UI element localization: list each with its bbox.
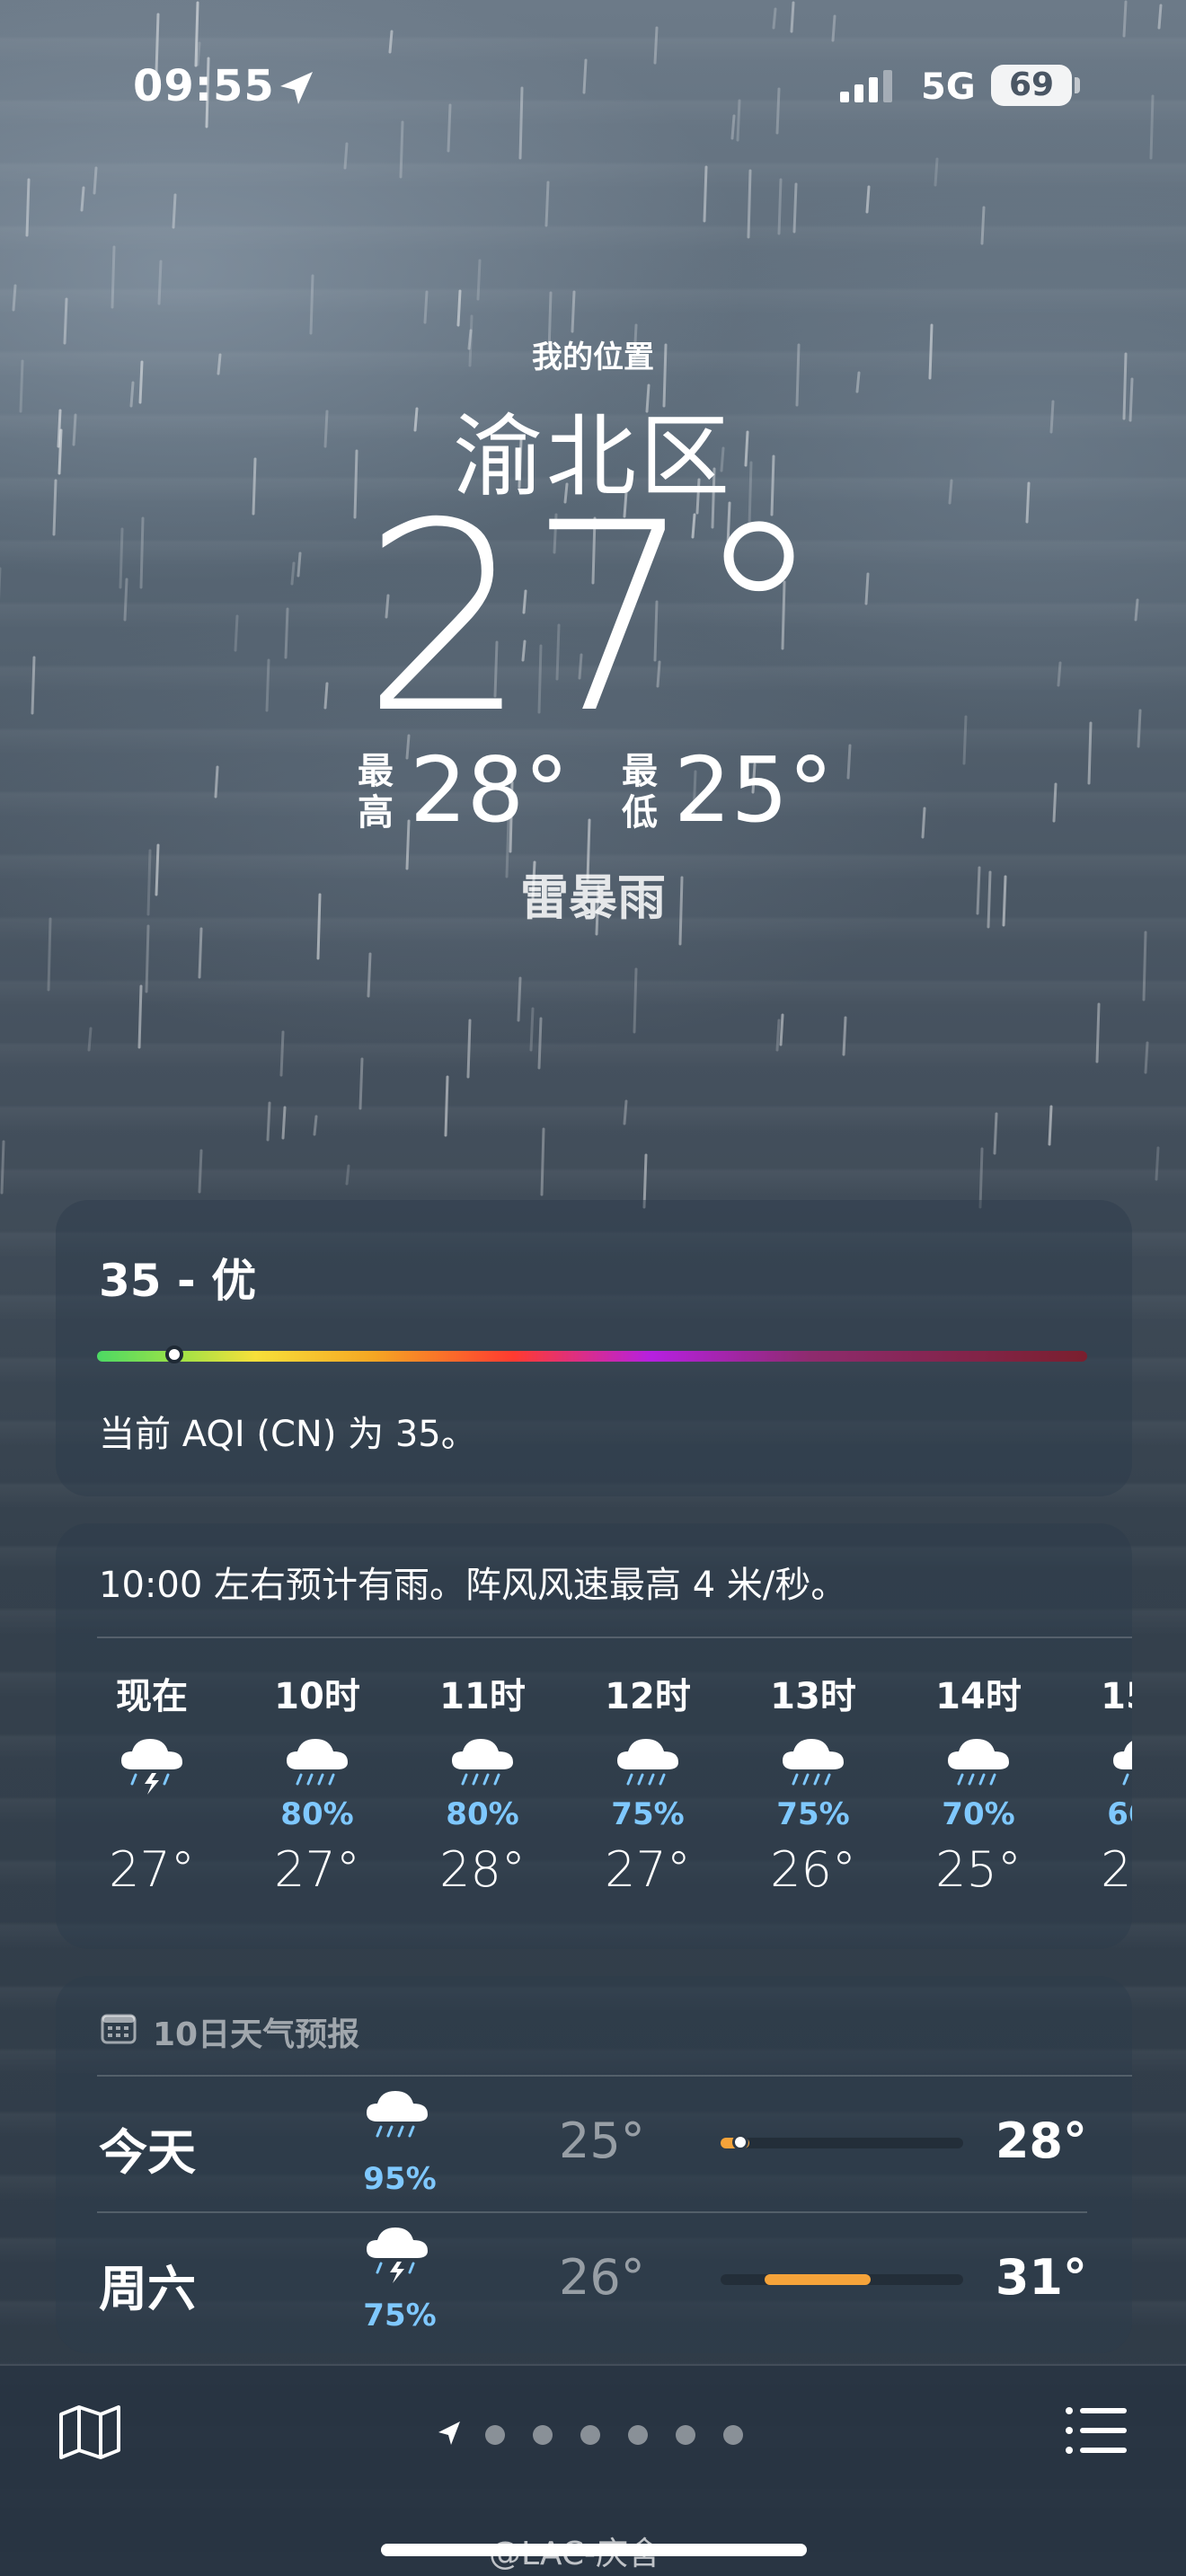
hour-label: 15时 [1101,1676,1132,1717]
battery-nub [1075,77,1080,93]
hour-precip-chance: 75% [611,1796,685,1832]
hour-column: 15时 60% 25° [1076,1667,1132,1898]
temperature-range-bar [721,2274,963,2285]
list-icon[interactable] [1064,2405,1128,2456]
day-precip-chance: 75% [363,2298,437,2333]
day-name: 今天 [99,2124,196,2181]
my-location-label: 我的位置 [532,340,654,375]
page-dot[interactable] [723,2425,743,2445]
high-label-text: 最高 [358,751,394,834]
hour-precip-chance: 80% [280,1796,354,1832]
hour-temperature: 28° [439,1841,526,1898]
page-dot[interactable] [533,2425,553,2445]
low-value: 25° [674,737,834,842]
hour-label: 10时 [274,1676,360,1717]
rain-icon [287,1739,348,1786]
hourly-summary: 10:00 左右预计有雨。阵风风速最高 4 米/秒。 [99,1565,847,1606]
current-temp-dot [731,2134,748,2150]
hour-temperature: 27° [109,1841,195,1898]
aqi-gradient-bar [97,1351,1087,1362]
day-low-temp: 25° [559,2113,645,2169]
low-label: 最低 [620,751,659,834]
day-precip-chance: 95% [363,2161,437,2197]
high-label: 最高 [356,751,395,834]
hour-column: 13时 75% 26° [746,1667,881,1898]
home-indicator[interactable] [381,2544,807,2556]
network-type: 5G [921,66,976,108]
aqi-card[interactable]: 35 - 优 当前 AQI (CN) 为 35。 [56,1200,1132,1496]
hour-label: 现在 [116,1676,188,1717]
hour-precip-chance: 70% [942,1796,1015,1832]
thunderstorm-icon [367,2228,428,2283]
hourly-forecast-card[interactable]: 10:00 左右预计有雨。阵风风速最高 4 米/秒。 现在 27° 10时 80% 27… [56,1523,1132,1949]
day-high-temp: 28° [995,2113,1087,2169]
status-bar: 09:55 5G 69 [0,61,1186,115]
daily-forecast-card[interactable]: 10日天气预报 今天 95% 25° 28° 周六 75% 26° 31° [56,1976,1132,2353]
divider [97,1636,1132,1638]
current-temperature: 27° [361,468,824,771]
page-dot[interactable] [676,2425,695,2445]
aqi-description: 当前 AQI (CN) 为 35。 [99,1414,477,1455]
hour-precip-chance: 80% [446,1796,519,1832]
hour-temperature: 27° [605,1841,691,1898]
aqi-title: 35 - 优 [99,1255,257,1307]
status-time: 09:55 [133,61,275,111]
signal-bars-icon [840,70,892,102]
hour-column: 12时 75% 27° [580,1667,715,1898]
daily-row[interactable]: 今天 95% 25° 28° [56,2077,1132,2211]
bottom-toolbar: @LAC-庆舍 [0,2364,1186,2576]
thunderstorm-icon [121,1739,182,1795]
hour-precip-chance: 75% [776,1796,850,1832]
hourly-scroller[interactable]: 现在 27° 10时 80% 27° 11时 80% 28° 12时 75% 27° 13时 75% 26… [56,1667,1132,1936]
low-label-text: 最低 [622,751,658,834]
hour-label: 13时 [770,1676,856,1717]
page-dot[interactable] [628,2425,648,2445]
rain-icon [367,2091,428,2138]
hour-precip-chance: 60% [1107,1796,1132,1832]
calendar-icon [101,2014,137,2044]
hour-column: 现在 27° [84,1667,219,1898]
day-name: 周六 [99,2261,196,2317]
temperature-range-fill [764,2274,872,2285]
condition-text: 雷暴雨 [520,869,666,926]
temperature-range-bar [721,2134,963,2150]
hour-precip-chance [84,1796,219,1832]
daily-row[interactable]: 周六 75% 26° 31° [56,2213,1132,2348]
rain-icon [452,1739,513,1786]
hour-temperature: 25° [935,1841,1022,1898]
day-high-temp: 31° [995,2249,1087,2306]
high-value: 28° [410,737,570,842]
map-icon[interactable] [58,2404,122,2461]
page-dot[interactable] [485,2425,505,2445]
rain-icon [948,1739,1009,1786]
battery-icon: 69 [991,65,1072,106]
rain-icon [1113,1741,1132,1786]
hour-temperature: 27° [274,1841,360,1898]
location-arrow-icon [280,72,313,104]
daily-forecast-title: 10日天气预报 [153,2016,360,2053]
hour-label: 12时 [605,1676,691,1717]
hour-column: 11时 80% 28° [415,1667,550,1898]
hour-label: 14时 [935,1676,1022,1717]
hour-column: 10时 80% 27° [250,1667,385,1898]
rain-icon [617,1739,678,1786]
hour-label: 11时 [439,1676,526,1717]
hour-temperature: 25° [1101,1841,1132,1898]
hour-temperature: 26° [770,1841,856,1898]
page-dot[interactable] [580,2425,600,2445]
high-low: 最高 28° 最低 25° [0,737,1186,844]
location-arrow-icon [438,2422,460,2445]
aqi-indicator-dot [165,1345,183,1363]
hour-column: 14时 70% 25° [911,1667,1046,1898]
day-low-temp: 26° [559,2249,645,2306]
rain-icon [783,1739,844,1786]
